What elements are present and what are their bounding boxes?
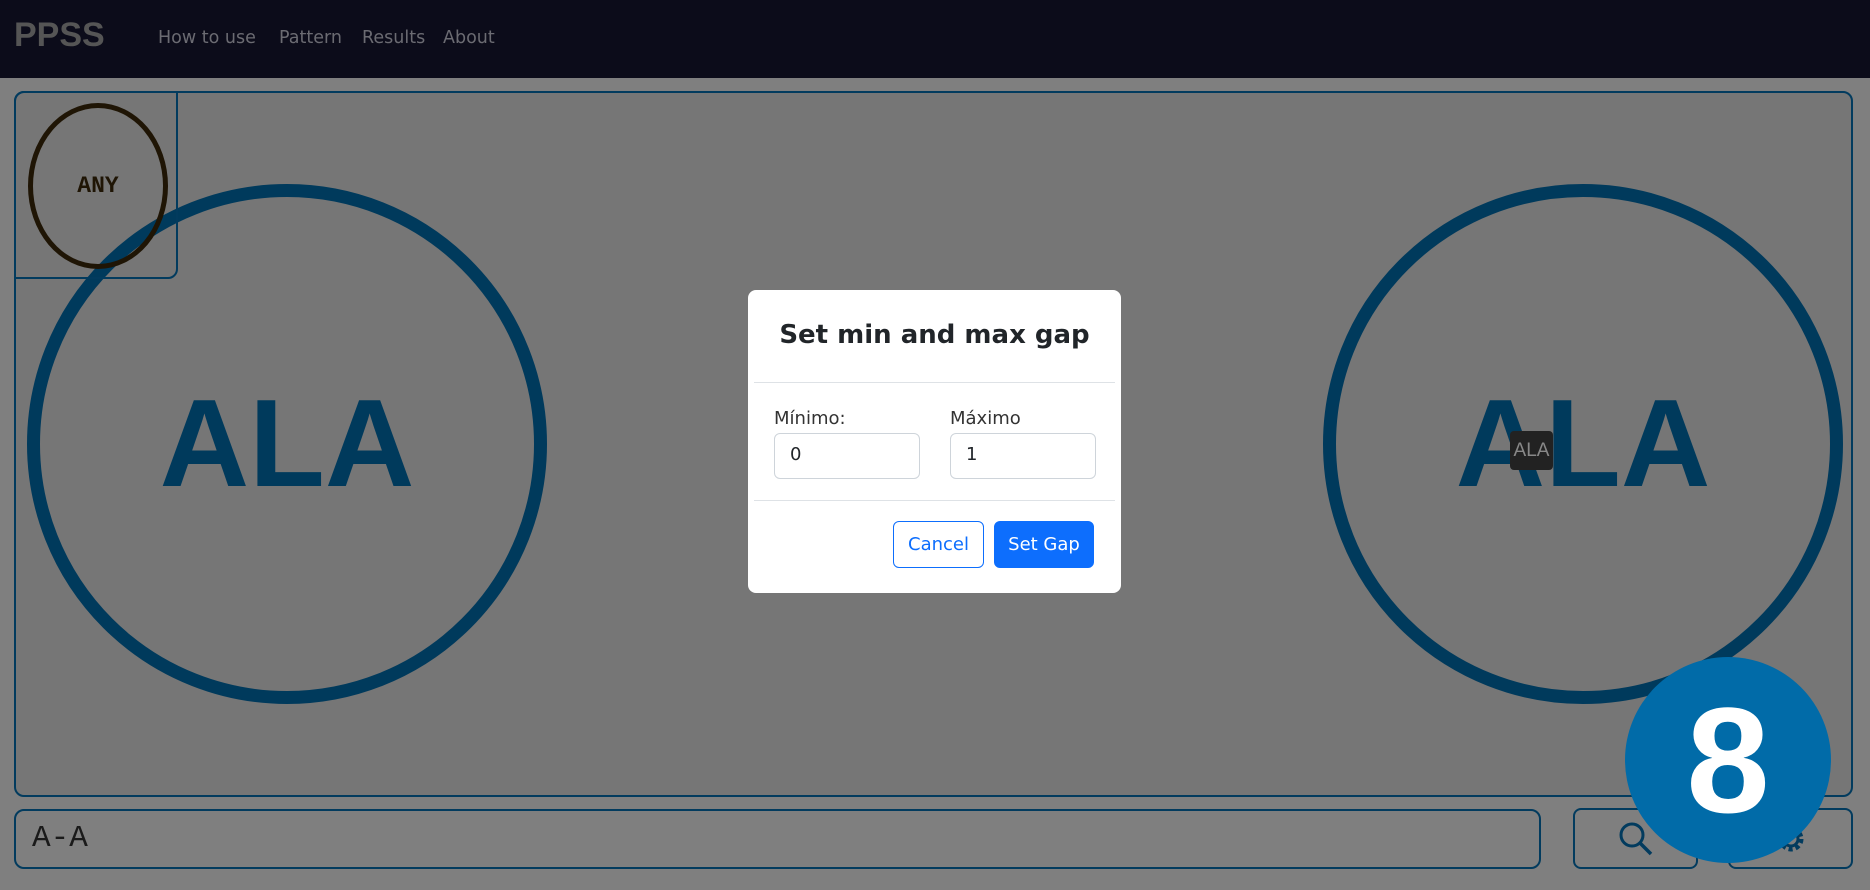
cancel-button[interactable]: Cancel [893,521,984,568]
max-gap-input[interactable]: 1 [950,433,1096,479]
pattern-input[interactable]: A-A [14,809,1541,869]
divider [754,500,1115,501]
modal-title: Set min and max gap [779,320,1090,350]
node-tooltip: ALA [1510,431,1553,470]
nav-about[interactable]: About [443,28,495,48]
step-badge: 8 [1625,657,1831,863]
nav-how-to-use[interactable]: How to use [158,28,256,48]
any-node[interactable]: ANY [28,103,168,269]
navbar: PPSS How to use Pattern Results About [0,0,1870,78]
brand-logo[interactable]: PPSS [14,16,105,55]
min-label: Mínimo: [774,408,846,429]
max-label: Máximo [950,408,1021,429]
gap-modal: Set min and max gap Mínimo: 0 Máximo 1 C… [748,290,1121,593]
set-gap-button[interactable]: Set Gap [994,521,1094,568]
node-right[interactable]: ALA [1323,184,1843,704]
nav-pattern[interactable]: Pattern [279,28,342,48]
min-gap-input[interactable]: 0 [774,433,920,479]
any-node-palette[interactable]: ANY [14,91,178,279]
nav-results[interactable]: Results [362,28,425,48]
divider [754,382,1115,383]
